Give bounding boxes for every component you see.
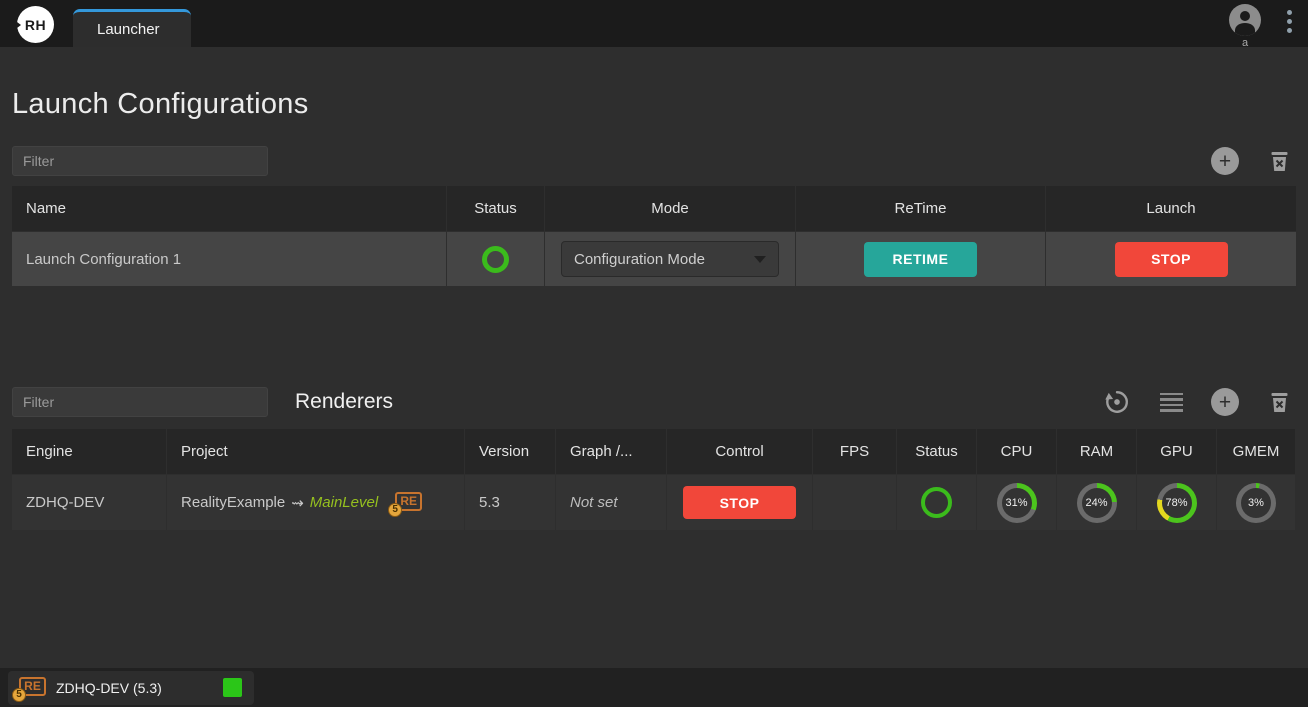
renderer-project-cell: RealityExample ⇝ MainLevel RE 5 [167,475,464,530]
launch-config-status-cell [447,232,544,286]
renderer-row[interactable]: ZDHQ-DEV RealityExample ⇝ MainLevel RE 5… [12,475,1295,530]
renderers-filter-input[interactable] [12,387,268,417]
col-cpu[interactable]: CPU [977,429,1056,474]
col-ram[interactable]: RAM [1057,429,1136,474]
col-gpu[interactable]: GPU [1137,429,1216,474]
gmem-gauge: 3% [1236,483,1276,523]
renderer-fps [813,475,896,530]
reality-hub-logo[interactable]: RH [17,6,54,43]
launch-config-table-header: Name Status Mode ReTime Launch [12,186,1295,231]
col-project[interactable]: Project [167,429,464,474]
taskbar-renderer-item[interactable]: RE 5 ZDHQ-DEV (5.3) [8,671,254,705]
col-mode[interactable]: Mode [545,186,795,231]
delete-renderer-button[interactable] [1265,388,1293,416]
renderer-graph: Not set [556,475,666,530]
trash-icon [1270,392,1289,413]
launch-config-retime-cell: RETIME [796,232,1045,286]
gpu-gauge: 78% [1157,483,1197,523]
col-retime[interactable]: ReTime [796,186,1045,231]
renderer-control-cell: STOP [667,475,812,530]
logo-text: RH [25,17,46,33]
col-status[interactable]: Status [897,429,976,474]
delete-launch-config-button[interactable] [1265,147,1293,175]
col-gmem[interactable]: GMEM [1217,429,1295,474]
add-renderer-button[interactable]: + [1211,388,1239,416]
mode-select-value: Configuration Mode [574,251,705,268]
col-launch[interactable]: Launch [1046,186,1296,231]
project-name: RealityExample [181,494,285,511]
retime-button[interactable]: RETIME [864,242,977,277]
status-ring-icon [921,487,952,518]
launch-config-filter-input[interactable] [12,146,268,176]
col-control[interactable]: Control [667,429,812,474]
main-content: Launch Configurations + Name Status Mode… [0,88,1308,530]
page-title: Launch Configurations [12,88,1295,121]
launch-config-toolbar: + [12,146,1295,176]
stop-renderer-button[interactable]: STOP [683,486,796,519]
top-bar: RH Launcher a [0,0,1308,47]
project-level: MainLevel [310,494,378,511]
renderer-gpu-cell: 78% [1137,475,1216,530]
user-menu[interactable]: a [1229,4,1261,49]
stop-launch-button[interactable]: STOP [1115,242,1228,277]
renderers-toolbar: Renderers + [12,385,1295,419]
col-version[interactable]: Version [465,429,555,474]
renderer-status-cell [897,475,976,530]
unreal-engine-badge-icon: RE 5 [16,677,46,699]
user-avatar-label: a [1242,37,1248,49]
col-engine[interactable]: Engine [12,429,166,474]
unreal-engine-badge-icon: RE 5 [392,492,422,514]
renderers-table-header: Engine Project Version Graph /... Contro… [12,429,1295,474]
trash-icon [1270,151,1289,172]
status-bar: RE 5 ZDHQ-DEV (5.3) [0,668,1308,707]
launch-config-row[interactable]: Launch Configuration 1 Configuration Mod… [12,232,1295,286]
col-name[interactable]: Name [12,186,446,231]
launch-config-name: Launch Configuration 1 [12,232,446,286]
col-status[interactable]: Status [447,186,544,231]
renderer-version: 5.3 [465,475,555,530]
renderer-cpu-cell: 31% [977,475,1056,530]
overflow-menu-button[interactable] [1283,4,1296,39]
col-fps[interactable]: FPS [813,429,896,474]
mode-select[interactable]: Configuration Mode [561,241,779,277]
renderers-title: Renderers [295,390,393,414]
status-ring-icon [482,246,509,273]
history-icon [1104,389,1130,415]
cpu-gauge: 31% [997,483,1037,523]
ram-gauge: 24% [1077,483,1117,523]
renderer-gmem-cell: 3% [1217,475,1295,530]
renderer-engine: ZDHQ-DEV [12,475,166,530]
renderer-ram-cell: 24% [1057,475,1136,530]
chevron-down-icon [754,256,766,263]
running-status-square [223,678,242,697]
add-launch-config-button[interactable]: + [1211,147,1239,175]
launch-config-mode-cell: Configuration Mode [545,232,795,286]
project-arrow: ⇝ [291,494,304,512]
taskbar-item-label: ZDHQ-DEV (5.3) [56,680,223,696]
tab-label: Launcher [97,21,160,38]
tab-launcher[interactable]: Launcher [73,9,191,47]
list-view-button[interactable] [1157,388,1185,416]
list-icon [1160,393,1183,412]
launch-config-launch-cell: STOP [1046,232,1296,286]
col-graph[interactable]: Graph /... [556,429,666,474]
user-avatar-icon [1229,4,1261,36]
history-button[interactable] [1103,388,1131,416]
